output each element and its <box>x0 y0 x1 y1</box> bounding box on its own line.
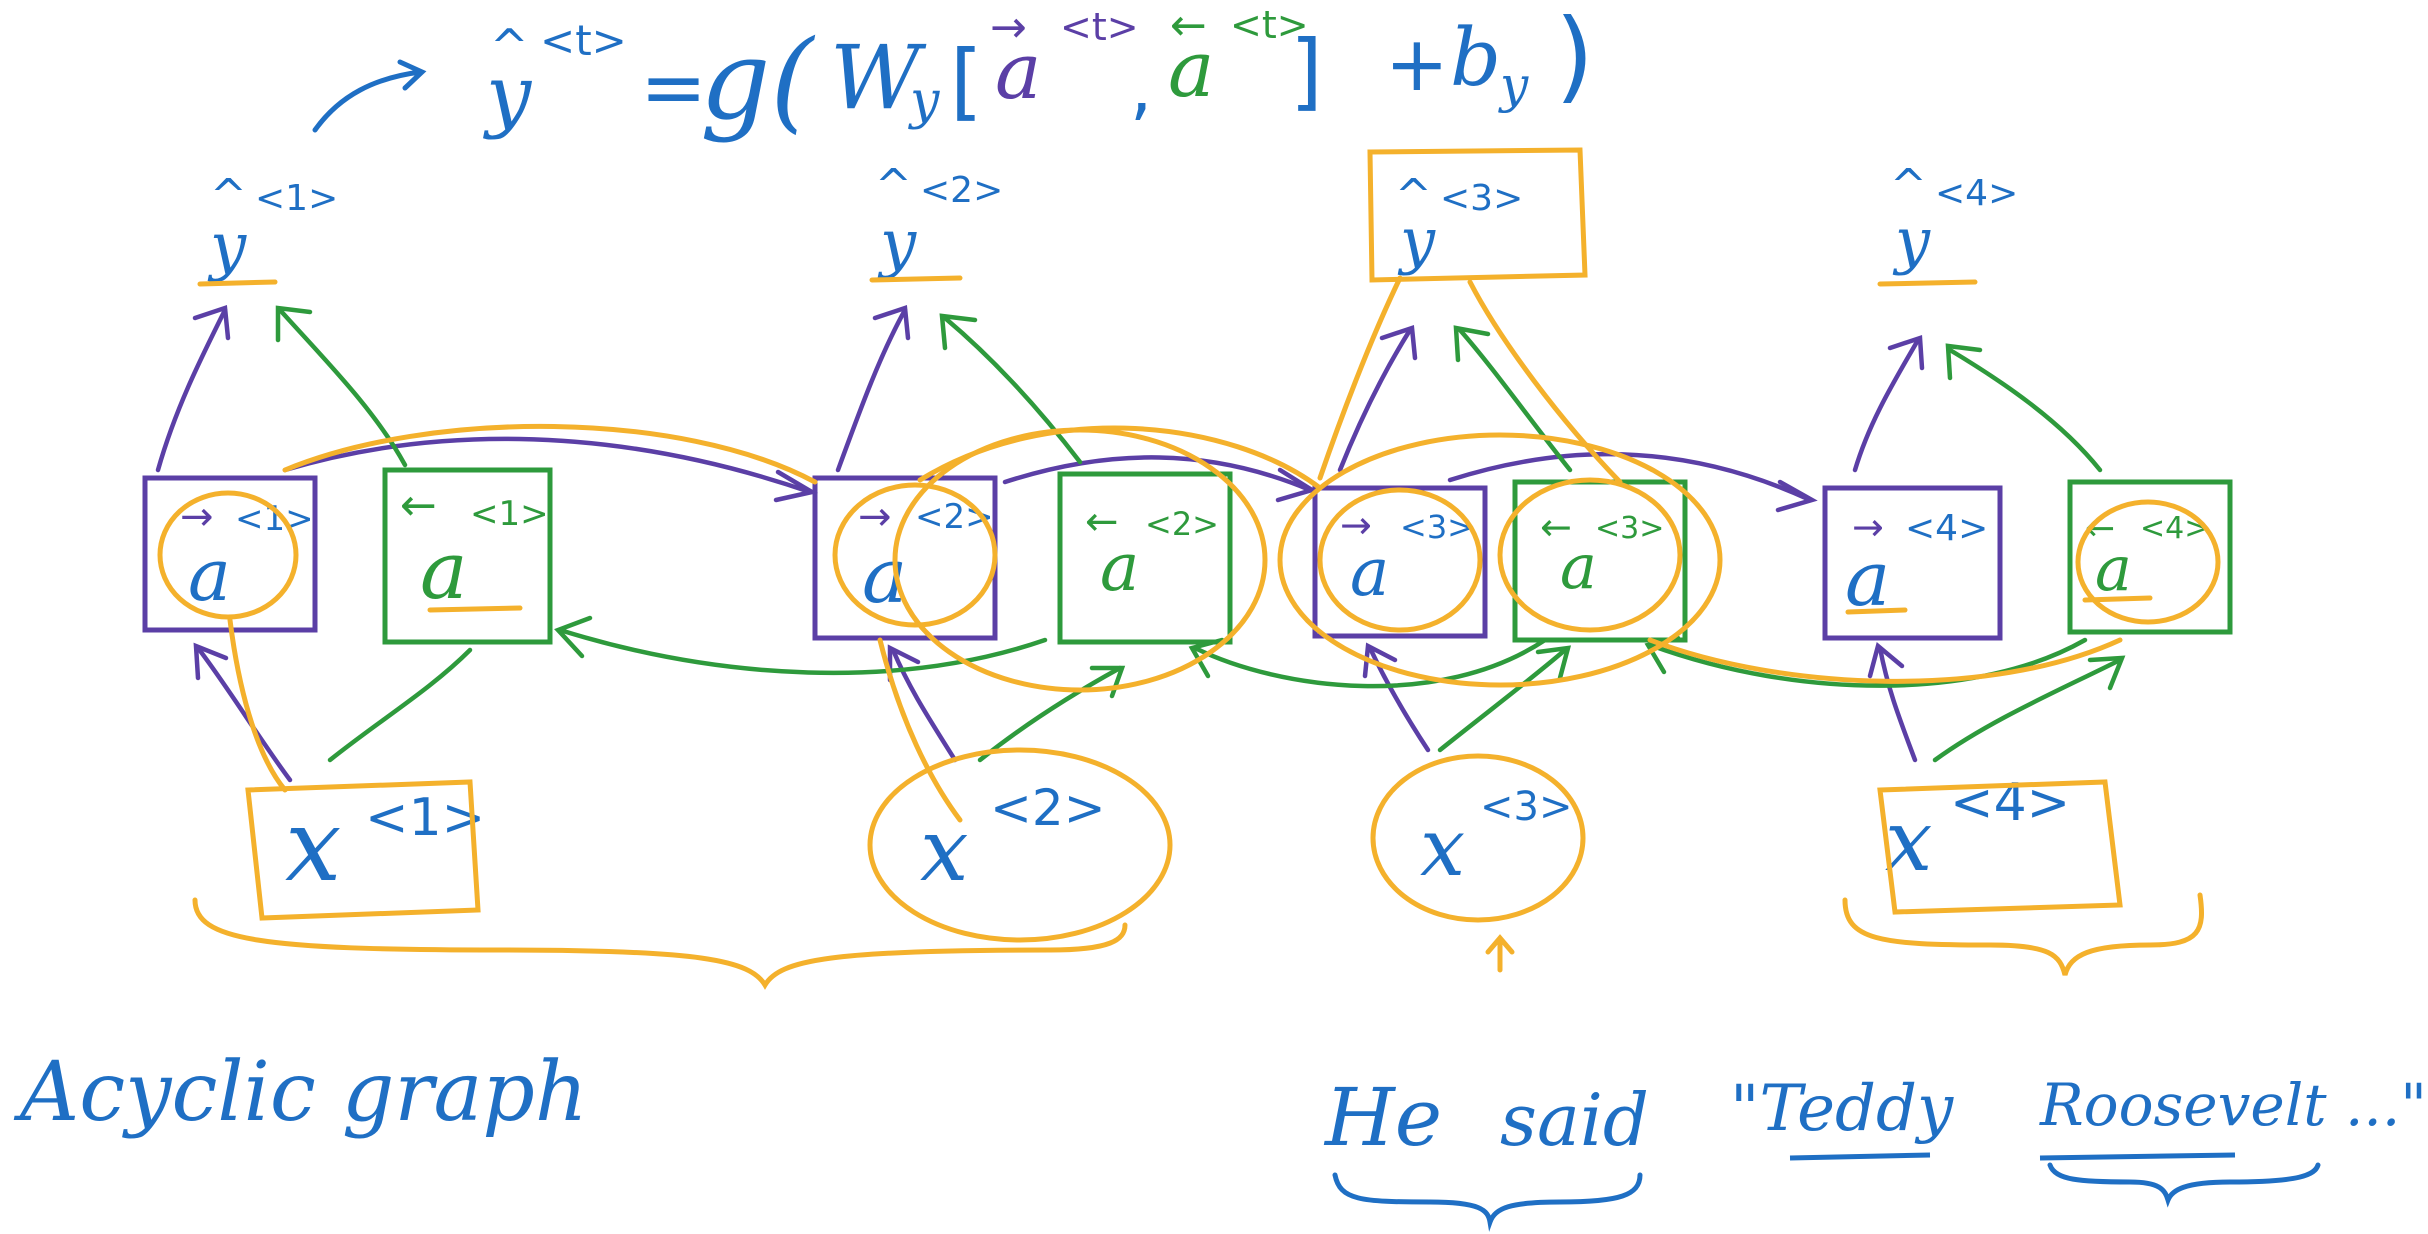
input-labels: x <1> x <2> x <3> x <4> <box>285 773 2070 904</box>
bwd-unit-var-1: a <box>420 524 468 617</box>
word-3-underline <box>1789 1152 1931 1161</box>
output-sup-4: <4> <box>1935 173 2018 214</box>
acyclic-graph-note: Acyclic graph <box>13 1045 588 1140</box>
input-sup-2: <2> <box>990 779 1106 837</box>
x1-to-fwd1 <box>195 645 293 783</box>
brace-roosevelt <box>2047 1162 2321 1208</box>
brace-left <box>192 897 1128 990</box>
output-var-1: y <box>207 210 247 284</box>
formula-lhs-sup: <t> <box>540 16 627 65</box>
bwd-unit-sup-3: <3> <box>1595 511 1664 546</box>
annotations-text: Acyclic graph He said "Teddy Roosevelt .… <box>13 1045 2427 1232</box>
orange-flow-bwd3-y3 <box>1467 279 1623 485</box>
unit-pair-2-highlight <box>892 427 1268 693</box>
fwd-unit-sup-1: <1> <box>235 499 314 539</box>
input-sup-3: <3> <box>1480 784 1572 830</box>
x3-highlight-circle <box>1370 753 1586 923</box>
fwd-link-3-4-head <box>1775 479 1818 513</box>
bwd-unit-var-4: a <box>2095 532 2132 605</box>
formula-bias: b <box>1450 11 1501 104</box>
fwd4-to-y4 <box>1852 337 1921 473</box>
bwd-unit-var-2: a <box>1100 529 1139 606</box>
sentence-word-1: He <box>1323 1071 1442 1164</box>
backward-unit-boxes <box>382 467 2233 645</box>
input-var-1: x <box>285 787 341 904</box>
fwd-unit-var-2: a <box>862 531 907 620</box>
formula-close-bracket: ] <box>1290 22 1323 120</box>
bwd-unit-var-3: a <box>1560 530 1597 603</box>
brnn-diagram: ^ y <t> = g( W y [ → a <t> , ← a <t> ] +… <box>13 0 2427 1232</box>
fwd2-to-y2 <box>835 307 908 473</box>
x3-to-bwd3 <box>1437 647 1568 753</box>
input-var-2: x <box>920 801 969 901</box>
formula-lhs: y <box>483 48 533 141</box>
formula-bias-sub: y <box>1498 56 1529 114</box>
x2-to-bwd2 <box>977 665 1123 763</box>
input-sup-1: <1> <box>365 788 485 848</box>
fwd4-underline <box>1845 607 1908 615</box>
sentence-word-4: Roosevelt ..." <box>2039 1071 2427 1139</box>
x3-pointer-arrow <box>1485 934 1515 973</box>
output-var-2: y <box>877 207 917 281</box>
y1-underline <box>197 279 278 287</box>
fwd-unit-var-3: a <box>1350 534 1389 611</box>
formula-bwd: a <box>1168 25 1215 115</box>
bwd4-to-y4 <box>1947 347 2103 473</box>
output-labels: ^ y <1> ^ y <2> ^ y <3> ^ y <4> <box>207 160 2018 284</box>
formula-fwd-sup: <t> <box>1060 5 1139 49</box>
formula-func: g( <box>700 16 815 144</box>
output-var-3: y <box>1397 204 1436 277</box>
x4-to-bwd4 <box>1932 657 2123 763</box>
output-sup-1: <1> <box>255 178 338 219</box>
formula-comma: , <box>1130 47 1152 129</box>
bwd-unit-sup-1: <1> <box>470 494 549 534</box>
fwd1-to-y1 <box>155 307 228 473</box>
formula-plus: + <box>1385 19 1449 108</box>
sentence-word-3: "Teddy <box>1730 1072 1954 1146</box>
bwd-unit-sup-2: <2> <box>1145 505 1219 543</box>
bwd4-underline <box>2082 595 2153 603</box>
formula-pointer-arrow <box>312 59 427 133</box>
output-var-4: y <box>1892 204 1931 277</box>
bwd1-underline <box>427 605 523 613</box>
formula-open-bracket: [ <box>950 32 983 130</box>
output-sup-3: <3> <box>1440 178 1523 219</box>
sentence-word-2: said <box>1500 1078 1649 1162</box>
formula-equals: = <box>640 41 707 134</box>
formula-fwd: a <box>995 27 1042 117</box>
orange-flow-3-y3 <box>1317 275 1403 481</box>
y4-underline <box>1877 279 1978 287</box>
fwd-unit-var-1: a <box>188 533 231 617</box>
y2-underline <box>869 275 963 283</box>
fwd-unit-sup-4: <4> <box>1905 508 1988 549</box>
word-4-underline <box>2039 1152 2236 1161</box>
output-sup-2: <2> <box>920 170 1003 211</box>
formula-close: ) <box>1555 0 1594 114</box>
output-formula: ^ y <t> = g( W y [ → a <t> , ← a <t> ] +… <box>312 0 1594 144</box>
brace-he-said <box>1332 1172 1643 1232</box>
formula-weight-sub: y <box>908 71 940 131</box>
bwd-unit-sup-4: <4> <box>2140 511 2209 546</box>
x1-to-bwd1 <box>327 647 473 763</box>
input-var-3: x <box>1420 801 1465 894</box>
output-hat-2: ^ <box>875 160 912 211</box>
